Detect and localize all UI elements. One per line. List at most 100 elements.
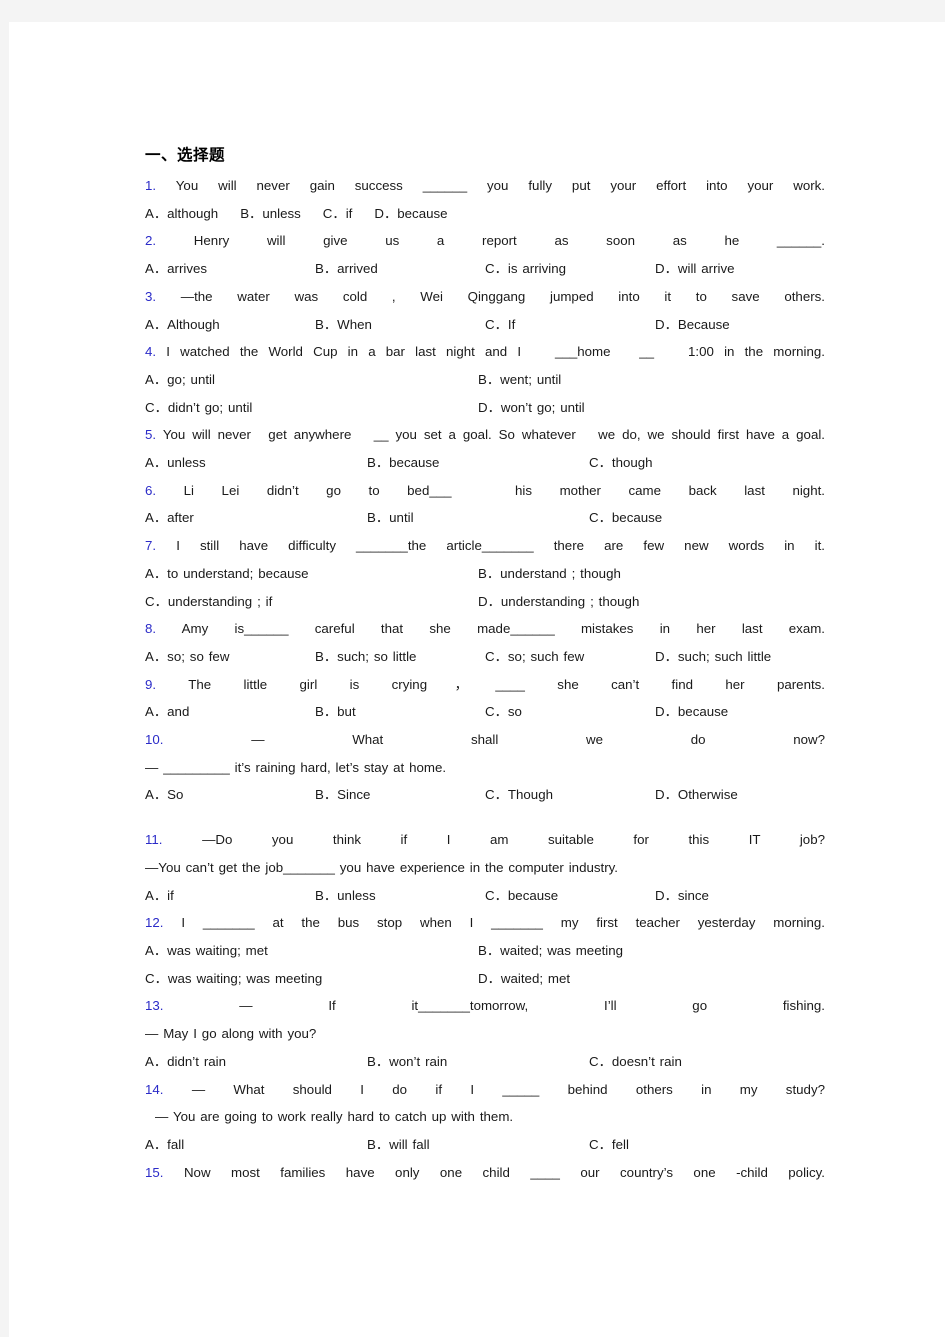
question-stem-continued: —You can’t get the job_______ you have e… <box>145 859 618 875</box>
question-text: —Do you think if I am suitable for this … <box>202 832 825 848</box>
answer-option[interactable]: C．fell <box>589 1131 811 1159</box>
answer-option[interactable]: D．because <box>655 698 825 726</box>
question-number: 4. <box>145 344 157 360</box>
question-number: 7. <box>145 538 157 554</box>
answer-option[interactable]: D．Because <box>655 311 825 339</box>
answer-option[interactable]: A．if <box>145 882 315 910</box>
question-text: —the water was cold , Wei Qinggang jumpe… <box>180 288 825 304</box>
option-row: C．was waiting; was meeting D．waited; met <box>145 965 825 993</box>
answer-option[interactable]: C．if <box>323 200 375 228</box>
question-stem-continued: — May I go along with you? <box>145 1026 317 1042</box>
question-stem: 14. — What should I do if I _____ behind… <box>145 1076 825 1104</box>
answer-option[interactable]: A．So <box>145 781 315 809</box>
option-row: A．didn’t rain B．won’t rain C．doesn’t rain <box>145 1048 825 1076</box>
answer-option[interactable]: C．Though <box>485 781 655 809</box>
answer-option[interactable]: B．until <box>367 504 589 532</box>
option-row: A．go; until B．went; until <box>145 366 825 394</box>
answer-option[interactable]: B．unless <box>240 200 323 228</box>
question-number: 3. <box>145 288 157 304</box>
answer-option[interactable]: D．won’t go; until <box>478 394 811 422</box>
option-row: A．fall B．will fall C．fell <box>145 1131 825 1159</box>
answer-option[interactable]: B．arrived <box>315 255 485 283</box>
question-number: 13. <box>145 998 164 1014</box>
question-text: — What should I do if I _____ behind oth… <box>191 1081 825 1097</box>
question-text: I still have difficulty _______the artic… <box>176 538 825 554</box>
question-text: You will never get anywhere __ you set a… <box>162 427 825 443</box>
question-text: I _______ at the bus stop when I _______… <box>181 915 825 931</box>
question-number: 15. <box>145 1164 164 1180</box>
answer-option[interactable]: B．went; until <box>478 366 811 394</box>
question-stem: 1. You will never gain success ______ yo… <box>145 172 825 200</box>
question-number: 8. <box>145 621 157 637</box>
question-stem: 13. — If it_______tomorrow, I’ll go fish… <box>145 992 825 1020</box>
answer-option[interactable]: D．because <box>374 200 469 228</box>
question-number: 5. <box>145 427 157 443</box>
answer-option[interactable]: B．unless <box>315 882 485 910</box>
question-text: — If it_______tomorrow, I’ll go fishing. <box>239 998 825 1014</box>
answer-option[interactable]: C．so; such few <box>485 643 655 671</box>
answer-option[interactable]: C．is arriving <box>485 255 655 283</box>
exam-content: 一、选择题 1. You will never gain success ___… <box>145 144 825 1186</box>
answer-option[interactable]: A．after <box>145 504 367 532</box>
answer-option[interactable]: C．because <box>589 504 811 532</box>
question-stem: 10. — What shall we do now? <box>145 726 825 754</box>
question-text: Li Lei didn’t go to bed___ his mother ca… <box>183 482 825 498</box>
answer-option[interactable]: A．although <box>145 200 240 228</box>
answer-option[interactable]: B．will fall <box>367 1131 589 1159</box>
answer-option[interactable]: A．unless <box>145 449 367 477</box>
question-stem: 7. I still have difficulty _______the ar… <box>145 532 825 560</box>
answer-option[interactable]: C．though <box>589 449 811 477</box>
section-heading: 一、选择题 <box>145 146 226 164</box>
answer-option[interactable]: D．waited; met <box>478 965 811 993</box>
question-list: 1. You will never gain success ______ yo… <box>145 172 825 1186</box>
answer-option[interactable]: A．go; until <box>145 366 478 394</box>
answer-option[interactable]: B．understand ; though <box>478 560 811 588</box>
option-row: A．was waiting; met B．waited; was meeting <box>145 937 825 965</box>
answer-option[interactable]: A．so; so few <box>145 643 315 671</box>
option-row: C．didn’t go; until D．won’t go; until <box>145 394 825 422</box>
answer-option[interactable]: D．Otherwise <box>655 781 825 809</box>
option-row: A．if B．unless C．because D．since <box>145 882 825 910</box>
question-stem: 2. Henry will give us a report as soon a… <box>145 227 825 255</box>
answer-option[interactable]: C．didn’t go; until <box>145 394 478 422</box>
answer-option[interactable]: D．since <box>655 882 825 910</box>
answer-option[interactable]: B．because <box>367 449 589 477</box>
question-stem-continued: — _________ it’s raining hard, let’s sta… <box>145 759 447 775</box>
option-row: A．arrives B．arrived C．is arriving D．will ar… <box>145 255 825 283</box>
question-stem: 15. Now most families have only one chil… <box>145 1159 825 1187</box>
answer-option[interactable]: B．won’t rain <box>367 1048 589 1076</box>
answer-option[interactable]: C．If <box>485 311 655 339</box>
answer-option[interactable]: A．arrives <box>145 255 315 283</box>
answer-option[interactable]: C．was waiting; was meeting <box>145 965 478 993</box>
question-number: 9. <box>145 676 157 692</box>
answer-option[interactable]: B．Since <box>315 781 485 809</box>
answer-option[interactable]: A．Although <box>145 311 315 339</box>
answer-option[interactable]: D．understanding ; though <box>478 588 811 616</box>
question-text: Amy is______ careful that she made______… <box>181 621 825 637</box>
answer-option[interactable]: A．fall <box>145 1131 367 1159</box>
answer-option[interactable]: C．understanding ; if <box>145 588 478 616</box>
question-stem-continued: — You are going to work really hard to c… <box>155 1109 514 1125</box>
answer-option[interactable]: C．doesn’t rain <box>589 1048 811 1076</box>
question-number: 14. <box>145 1081 164 1097</box>
option-row: A．and B．but C．so D．because <box>145 698 825 726</box>
answer-option[interactable]: D．such; such little <box>655 643 825 671</box>
question-number: 11. <box>145 832 163 848</box>
answer-option[interactable]: A．and <box>145 698 315 726</box>
answer-option[interactable]: C．so <box>485 698 655 726</box>
answer-option[interactable]: C．because <box>485 882 655 910</box>
answer-option[interactable]: A．was waiting; met <box>145 937 478 965</box>
question-stem: 5. You will never get anywhere __ you se… <box>145 421 825 449</box>
option-row: C．understanding ; if D．understanding ; th… <box>145 588 825 616</box>
answer-option[interactable]: D．will arrive <box>655 255 825 283</box>
answer-option[interactable]: A．to understand; because <box>145 560 478 588</box>
question-number: 10. <box>145 732 164 748</box>
answer-option[interactable]: B．waited; was meeting <box>478 937 811 965</box>
question-stem: 9. The little girl is crying，____ she ca… <box>145 671 825 699</box>
question-stem: 11. —Do you think if I am suitable for t… <box>145 826 825 854</box>
answer-option[interactable]: B．When <box>315 311 485 339</box>
answer-option[interactable]: A．didn’t rain <box>145 1048 367 1076</box>
answer-option[interactable]: B．such; so little <box>315 643 485 671</box>
answer-option[interactable]: B．but <box>315 698 485 726</box>
